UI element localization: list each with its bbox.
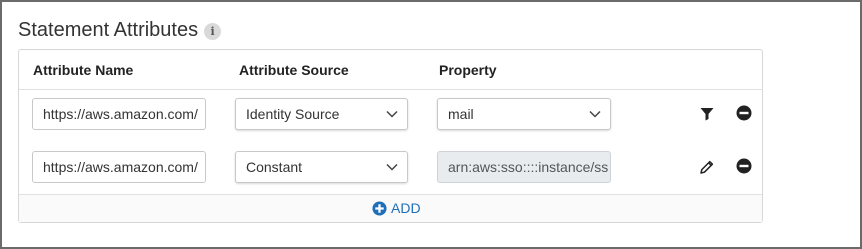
attribute-source-select[interactable]: Identity Source xyxy=(235,98,408,130)
chevron-down-icon xyxy=(386,163,398,171)
add-button-label: ADD xyxy=(391,200,421,216)
filter-icon[interactable] xyxy=(699,106,715,122)
header-property: Property xyxy=(439,62,497,78)
pencil-icon[interactable] xyxy=(699,159,715,175)
property-value: mail xyxy=(448,106,474,122)
header-attribute-name: Attribute Name xyxy=(33,62,134,78)
attribute-source-select[interactable]: Constant xyxy=(235,151,408,183)
info-icon[interactable]: i xyxy=(204,23,222,40)
header-attribute-source: Attribute Source xyxy=(239,62,349,78)
remove-row-icon[interactable] xyxy=(736,105,752,121)
attributes-table: Attribute Name Attribute Source Property… xyxy=(18,49,763,223)
remove-row-icon[interactable] xyxy=(736,158,752,174)
table-header: Attribute Name Attribute Source Property xyxy=(19,50,762,90)
attribute-source-value: Identity Source xyxy=(246,106,340,122)
statement-attributes-frame: Statement Attributes i Attribute Name At… xyxy=(0,0,862,249)
plus-circle-icon xyxy=(372,200,387,216)
section-title-text: Statement Attributes xyxy=(18,19,199,41)
chevron-down-icon xyxy=(589,110,601,118)
property-select[interactable]: mail xyxy=(437,98,611,130)
add-row-bar: ADD xyxy=(19,194,762,222)
add-button[interactable]: ADD xyxy=(372,200,421,216)
property-input-disabled: arn:aws:sso::::instance/ss xyxy=(437,151,611,183)
chevron-down-icon xyxy=(386,110,398,118)
attribute-source-value: Constant xyxy=(246,159,303,175)
section-title: Statement Attributes i xyxy=(18,19,222,42)
attribute-name-input[interactable]: https://aws.amazon.com/ xyxy=(32,151,206,183)
attribute-name-input[interactable]: https://aws.amazon.com/ xyxy=(32,98,206,130)
